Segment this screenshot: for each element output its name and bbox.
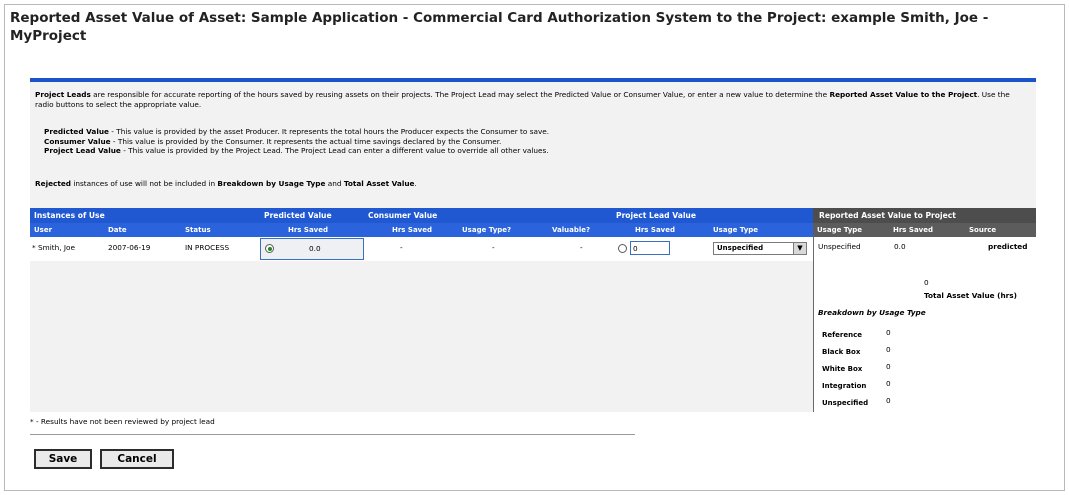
definition-text: - This value is provided by the asset Pr… bbox=[108, 127, 550, 136]
column-header-user: User bbox=[34, 226, 53, 234]
definition-term: Consumer Value bbox=[44, 136, 111, 146]
review-footnote: * - Results have not been reviewed by pr… bbox=[30, 417, 215, 426]
definition-text: - This value is provided by the Project … bbox=[120, 146, 549, 155]
group-header-instances: Instances of Use bbox=[34, 211, 105, 220]
breakdown-title: Breakdown by Usage Type bbox=[818, 308, 926, 317]
definition-consumer: Consumer Value - This value is provided … bbox=[44, 137, 1024, 147]
table-row: * Smith, Joe 2007-06-19 IN PROCESS 0.0 -… bbox=[30, 237, 813, 261]
usage-type-selected: Unspecified bbox=[717, 244, 764, 252]
usage-type-select[interactable]: Unspecified ▼ bbox=[713, 242, 807, 255]
breakdown-value-black-box: 0 bbox=[886, 345, 891, 354]
rejected-total-term: Total Asset Value bbox=[343, 179, 415, 188]
definitions-list: Predicted Value - This value is provided… bbox=[44, 127, 1024, 156]
column-header-lead-hrs: Hrs Saved bbox=[635, 226, 676, 234]
rejected-term: Rejected bbox=[35, 179, 72, 188]
page-title: Reported Asset Value of Asset: Sample Ap… bbox=[10, 10, 989, 44]
breakdown-value-white-box: 0 bbox=[886, 362, 891, 371]
cell-predicted-hrs: 0.0 bbox=[309, 244, 321, 253]
definition-text: - This value is provided by the Consumer… bbox=[110, 136, 502, 146]
rejected-text: instances of use will not be included in bbox=[71, 179, 218, 188]
intro-text-part1: are responsible for accurate reporting o… bbox=[90, 90, 830, 99]
column-header-status: Status bbox=[185, 226, 211, 234]
column-header-reported-hrs: Hrs Saved bbox=[893, 226, 934, 234]
project-lead-value-radio[interactable] bbox=[618, 244, 627, 253]
column-header-lead-usage: Usage Type bbox=[713, 226, 759, 234]
reported-column-header: Usage Type Hrs Saved Source bbox=[813, 223, 1036, 237]
breakdown-label-white-box: White Box bbox=[822, 365, 863, 373]
save-button[interactable]: Save bbox=[34, 449, 92, 469]
column-header-reported-usage: Usage Type bbox=[817, 226, 863, 234]
column-header-date: Date bbox=[108, 226, 127, 234]
predicted-value-box: 0.0 bbox=[260, 238, 364, 260]
reported-value-column: Unspecified 0.0 predicted 0 Total Asset … bbox=[813, 237, 1037, 412]
cell-source: predicted bbox=[988, 242, 1028, 251]
intro-text: Project Leads are responsible for accura… bbox=[35, 90, 1025, 110]
breakdown-label-black-box: Black Box bbox=[822, 348, 861, 356]
cell-consumer-usage: - bbox=[492, 243, 495, 252]
definition-term: Predicted Value bbox=[44, 127, 109, 136]
predicted-value-radio[interactable] bbox=[265, 244, 274, 253]
definition-predicted: Predicted Value - This value is provided… bbox=[44, 127, 1024, 137]
breakdown-value-reference: 0 bbox=[886, 328, 891, 337]
rejected-note: Rejected instances of use will not be in… bbox=[35, 179, 417, 188]
cell-date: 2007-06-19 bbox=[108, 243, 151, 252]
breakdown-value-unspecified: 0 bbox=[886, 396, 891, 405]
cell-reported-hrs: 0.0 bbox=[894, 242, 906, 251]
asset-value-panel: Project Leads are responsible for accura… bbox=[30, 78, 1037, 412]
group-header-reported: Reported Asset Value to Project bbox=[819, 211, 956, 220]
cell-status: IN PROCESS bbox=[185, 243, 230, 252]
cancel-button[interactable]: Cancel bbox=[100, 449, 174, 469]
intro-lead-term: Project Leads bbox=[35, 90, 91, 99]
intro-rav-term: Reported Asset Value to the Project bbox=[829, 90, 978, 99]
breakdown-label-reference: Reference bbox=[822, 331, 863, 339]
panel-accent-bar bbox=[30, 78, 1036, 82]
column-header-consumer-hrs: Hrs Saved bbox=[392, 226, 433, 234]
breakdown-label-integration: Integration bbox=[822, 382, 867, 390]
definition-term: Project Lead Value bbox=[44, 146, 121, 155]
column-header-predicted-hrs: Hrs Saved bbox=[288, 226, 329, 234]
group-header-predicted: Predicted Value bbox=[264, 211, 332, 220]
rejected-text: and bbox=[325, 179, 344, 188]
breakdown-value-integration: 0 bbox=[886, 379, 891, 388]
cell-reported-usage: Unspecified bbox=[818, 242, 861, 251]
table-column-header: User Date Status Hrs Saved Hrs Saved Usa… bbox=[30, 223, 813, 237]
breakdown-label-unspecified: Unspecified bbox=[822, 399, 869, 407]
column-header-valuable: Valuable? bbox=[552, 226, 591, 234]
reported-group-header: Reported Asset Value to Project bbox=[813, 208, 1036, 223]
column-header-source: Source bbox=[969, 226, 997, 234]
rejected-breakdown-term: Breakdown by Usage Type bbox=[217, 179, 326, 188]
column-header-consumer-usage: Usage Type? bbox=[462, 226, 512, 234]
table-group-header: Instances of Use Predicted Value Consume… bbox=[30, 208, 813, 223]
group-header-consumer: Consumer Value bbox=[368, 211, 438, 220]
total-asset-value: 0 bbox=[924, 278, 929, 287]
cell-user: * Smith, Joe bbox=[32, 243, 75, 252]
group-header-project-lead: Project Lead Value bbox=[616, 211, 696, 220]
definition-project-lead: Project Lead Value - This value is provi… bbox=[44, 146, 1024, 156]
rejected-text: . bbox=[414, 179, 417, 188]
project-lead-hrs-input[interactable] bbox=[630, 241, 670, 255]
cell-consumer-valuable: - bbox=[580, 243, 583, 252]
divider bbox=[30, 434, 635, 435]
chevron-down-icon[interactable]: ▼ bbox=[793, 243, 806, 254]
total-asset-value-label: Total Asset Value (hrs) bbox=[924, 291, 1017, 300]
cell-consumer-hrs: - bbox=[400, 243, 403, 252]
